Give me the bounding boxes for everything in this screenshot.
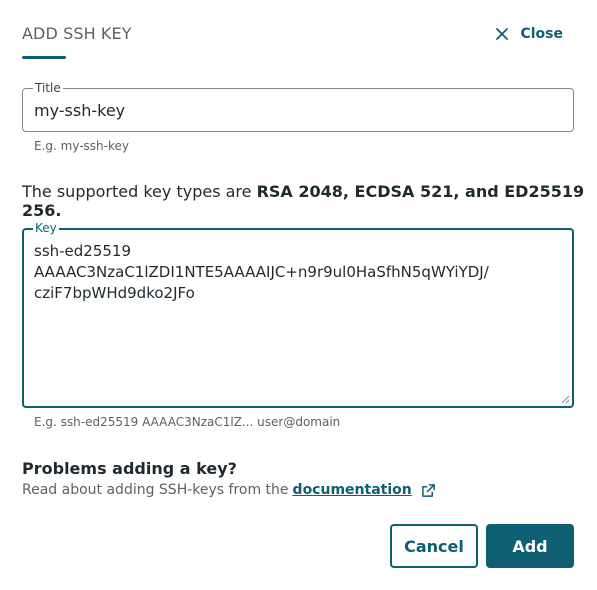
title-input[interactable]: my-ssh-key <box>34 101 125 120</box>
close-label: Close <box>520 26 563 42</box>
add-ssh-key-dialog: ADD SSH KEY Close Title my-ssh-key E.g. … <box>0 0 597 590</box>
key-field-label: Key <box>33 221 59 235</box>
external-link-icon[interactable] <box>421 483 436 498</box>
title-field-label: Title <box>33 81 63 95</box>
title-hint: E.g. my-ssh-key <box>34 139 129 153</box>
supported-prefix: The supported key types are <box>22 182 257 201</box>
close-icon <box>496 28 509 40</box>
help-title: Problems adding a key? <box>22 459 237 478</box>
supported-key-types: The supported key types are RSA 2048, EC… <box>22 182 597 220</box>
help-text: Read about adding SSH-keys from the <box>22 482 289 498</box>
cancel-button[interactable]: Cancel <box>390 524 478 568</box>
key-field[interactable]: Key ssh-ed25519 AAAAC3NzaC1lZDI1NTE5AAAA… <box>22 221 574 408</box>
title-underline <box>22 56 66 59</box>
documentation-link[interactable]: documentation <box>293 482 412 498</box>
title-field[interactable]: Title my-ssh-key <box>22 81 574 132</box>
help-text-row: Read about adding SSH-keys from the docu… <box>22 482 436 498</box>
dialog-title: ADD SSH KEY <box>22 24 132 43</box>
add-button[interactable]: Add <box>486 524 574 568</box>
resize-handle-icon[interactable] <box>560 394 570 404</box>
key-hint: E.g. ssh-ed25519 AAAAC3NzaC1lZ... user@d… <box>34 415 341 429</box>
key-textarea[interactable]: ssh-ed25519 AAAAC3NzaC1lZDI1NTE5AAAAIJC+… <box>34 241 554 304</box>
close-button[interactable]: Close <box>494 26 563 42</box>
